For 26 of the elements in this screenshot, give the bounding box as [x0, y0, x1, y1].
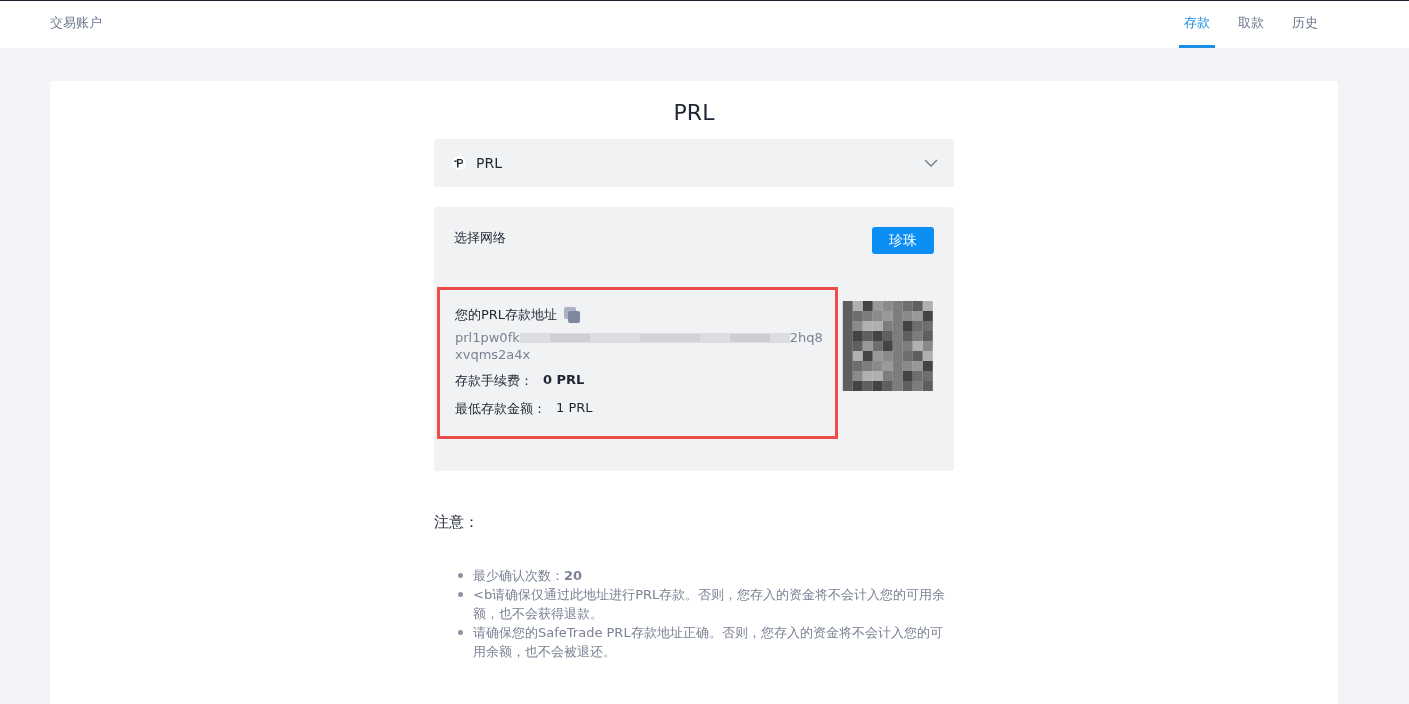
network-label: 选择网络 — [454, 229, 506, 247]
nav-tab[interactable]: 存款 — [1179, 1, 1215, 48]
page-title: PRL — [672, 100, 716, 125]
notice-title: 注意： — [434, 513, 480, 532]
notice-text: 请确保您的SafeTrade PRL存款地址正确。否则，您存入的资金将不会计入您的可用余额，也不会被退还。 — [473, 624, 944, 661]
minimum-value: 1 PRL — [556, 400, 593, 417]
bullet-icon — [458, 573, 463, 578]
notice-text: 最少确认次数：20 — [473, 567, 583, 585]
address-text: 2hq8 — [789, 330, 823, 345]
account-title: 交易账户 — [50, 13, 102, 32]
chevron-down-icon — [924, 159, 938, 167]
address-text: xvqms2a4x — [455, 347, 532, 362]
coin-icon — [452, 156, 466, 170]
notice-text: <b请确保仅通过此地址进行PRL存款。否则，您存入的资金将不会计入您的可用余额，也不会获得退款。 — [473, 586, 947, 623]
minimum-label: 最低存款金额： — [455, 400, 546, 418]
network-button[interactable]: 珍珠 — [872, 227, 934, 254]
fee-label: 存款手续费： — [455, 372, 533, 390]
nav-tab[interactable]: 历史 — [1287, 1, 1323, 48]
bullet-icon — [458, 592, 463, 597]
nav-tab[interactable]: 取款 — [1233, 1, 1269, 48]
bullet-icon — [458, 630, 463, 635]
fee-value: 0 PRL — [543, 372, 585, 389]
address-text: prl1pw0fk — [455, 330, 520, 345]
address-label: 您的PRL存款地址 — [455, 306, 558, 324]
currency-select[interactable]: PRL — [434, 139, 954, 187]
copy-icon[interactable] — [563, 306, 582, 324]
